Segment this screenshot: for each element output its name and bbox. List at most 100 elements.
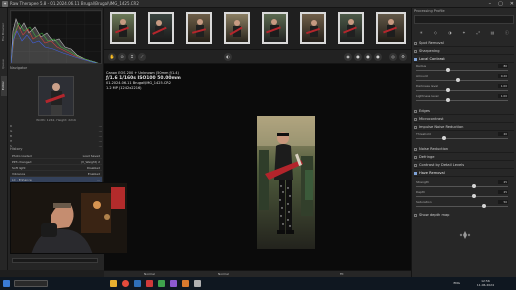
section-microcontrast[interactable]: Microcontrast: [414, 116, 514, 123]
slider-knob[interactable]: [446, 88, 450, 92]
slider-saturation[interactable]: Saturation 50: [416, 200, 512, 210]
slider-knob[interactable]: [446, 98, 450, 102]
webcam-overlay: [10, 182, 128, 254]
snapshot-bar[interactable]: [12, 258, 98, 263]
section-edges[interactable]: Edges: [414, 108, 514, 115]
tab-exposure[interactable]: ☀: [418, 30, 424, 36]
clock[interactable]: 12:56 11.06.2024: [477, 279, 494, 287]
zoom-fit-button[interactable]: Fit: [340, 272, 344, 276]
title-bar: ✦ Raw Therapee 5.8 - 01.2024.06.11 Bruga…: [0, 0, 516, 8]
section-defringe[interactable]: Defringe: [414, 154, 514, 161]
tool-category-tabs: ☀ ◇ ◑ ✦ ⤢ ▤ ⓘ: [414, 28, 514, 38]
section-toggle[interactable]: [414, 117, 417, 121]
section-spot-removal[interactable]: Spot Removal: [414, 40, 514, 47]
image-viewer[interactable]: Canon EOS 200 + Unknown (50mm ƒ/1.4) ƒ/1…: [104, 64, 411, 270]
explorer-icon[interactable]: [110, 280, 117, 287]
close-button[interactable]: ✕: [510, 0, 514, 8]
film-thumb[interactable]: [110, 12, 136, 44]
navigator-label: Navigator: [10, 66, 28, 70]
section-impulse-nr[interactable]: Impulse Noise Reduction: [414, 124, 514, 131]
profile-select[interactable]: [414, 15, 514, 24]
navigator-info: Width: 1242, Height: 2216: [36, 118, 76, 122]
slider-knob[interactable]: [446, 68, 450, 72]
slider-knob[interactable]: [482, 204, 486, 208]
tab-transform[interactable]: ⤢: [475, 30, 481, 36]
preview-mode-icon[interactable]: ◉: [344, 53, 352, 61]
app-icon-1[interactable]: [134, 280, 141, 287]
slider-strength[interactable]: Strength 25: [416, 180, 512, 190]
minimize-button[interactable]: –: [489, 0, 492, 8]
slider-knob[interactable]: [472, 184, 476, 188]
film-thumb[interactable]: [300, 12, 326, 44]
section-toggle[interactable]: [414, 155, 417, 159]
info-row-s: S ---: [10, 144, 102, 148]
tab-file-browser[interactable]: File Browser: [1, 12, 7, 52]
blue-channel-icon[interactable]: ●: [374, 53, 382, 61]
crop-tool-icon[interactable]: ⌗: [128, 53, 136, 61]
start-menu-icon[interactable]: [3, 280, 10, 287]
slider-radius[interactable]: Radius 80: [416, 64, 512, 74]
tab-color[interactable]: ◑: [447, 30, 453, 36]
tab-editor[interactable]: Editor: [1, 76, 7, 96]
slider-darkness[interactable]: Darkness level 1.00: [416, 84, 512, 94]
section-toggle[interactable]: [414, 41, 417, 45]
show-depth-map-checkbox[interactable]: Show depth map: [414, 212, 514, 219]
red-channel-icon[interactable]: ●: [354, 53, 362, 61]
os-taskbar: ENG 12:56 11.06.2024: [0, 277, 516, 290]
section-toggle[interactable]: [414, 163, 417, 167]
green-channel-icon[interactable]: ●: [364, 53, 372, 61]
tab-raw[interactable]: ▤: [490, 30, 496, 36]
slider-threshold[interactable]: Threshold 20: [416, 132, 512, 142]
film-thumb[interactable]: [262, 12, 288, 44]
hand-tool-icon[interactable]: ✋: [108, 53, 116, 61]
section-toggle[interactable]: [414, 125, 417, 129]
vertical-tab-strip: File Browser Queue Editor: [0, 8, 8, 270]
slider-knob[interactable]: [456, 78, 460, 82]
app-icon-4[interactable]: [170, 280, 177, 287]
tab-queue[interactable]: Queue: [1, 54, 7, 74]
straighten-tool-icon[interactable]: ⟋: [138, 53, 146, 61]
before-after-icon[interactable]: ◐: [224, 53, 232, 61]
maximize-button[interactable]: ▢: [498, 0, 503, 8]
wb-picker-icon[interactable]: ⊙: [118, 53, 126, 61]
film-thumb[interactable]: [376, 12, 406, 44]
section-toggle[interactable]: [414, 49, 417, 53]
section-toggle[interactable]: [414, 147, 417, 151]
section-sharpening[interactable]: Sharpening: [414, 48, 514, 55]
tab-advanced[interactable]: ✦: [461, 30, 467, 36]
section-haze-removal[interactable]: Haze Removal: [414, 170, 514, 177]
window-title: Raw Therapee 5.8 - 01.2024.06.11 Brugal\…: [10, 1, 139, 6]
section-local-contrast[interactable]: Local Contrast: [414, 56, 514, 63]
viewer-mode-left[interactable]: Normal: [144, 272, 155, 276]
viewer-mode-mid[interactable]: Normal: [218, 272, 229, 276]
chrome-icon[interactable]: [122, 280, 129, 287]
rawtherapee-taskbar-icon[interactable]: [194, 280, 201, 287]
history-list: Photo loaded Load Saved PP3 changed (V_Wei…: [10, 153, 102, 183]
main-photo: [257, 116, 315, 249]
slider-knob[interactable]: [442, 136, 446, 140]
app-icon-2[interactable]: [146, 280, 153, 287]
search-box[interactable]: [14, 280, 48, 287]
tab-detail[interactable]: ◇: [432, 30, 438, 36]
film-thumb[interactable]: [224, 12, 250, 44]
settings-icon[interactable]: ⚙: [399, 53, 407, 61]
section-toggle[interactable]: [414, 171, 417, 175]
tab-metadata[interactable]: ⓘ: [504, 30, 510, 36]
slider-lightness[interactable]: Lightness level 1.00: [416, 94, 512, 104]
histogram: [10, 10, 102, 64]
navigator-thumbnail[interactable]: [38, 76, 74, 116]
slider-amount[interactable]: Amount 0.20: [416, 74, 512, 84]
app-icon-5[interactable]: [182, 280, 189, 287]
section-toggle[interactable]: [414, 57, 417, 61]
film-thumb[interactable]: [148, 12, 174, 44]
section-contrast-detail[interactable]: Contrast by Detail Levels: [414, 162, 514, 169]
language-indicator[interactable]: ENG: [454, 281, 460, 285]
app-icon-3[interactable]: [158, 280, 165, 287]
slider-knob[interactable]: [472, 194, 476, 198]
section-toggle[interactable]: [414, 109, 417, 113]
section-noise-reduction[interactable]: Noise Reduction: [414, 146, 514, 153]
film-thumb[interactable]: [186, 12, 212, 44]
focus-mask-icon[interactable]: ◎: [389, 53, 397, 61]
slider-depth[interactable]: Depth 25: [416, 190, 512, 200]
film-thumb[interactable]: [338, 12, 364, 44]
